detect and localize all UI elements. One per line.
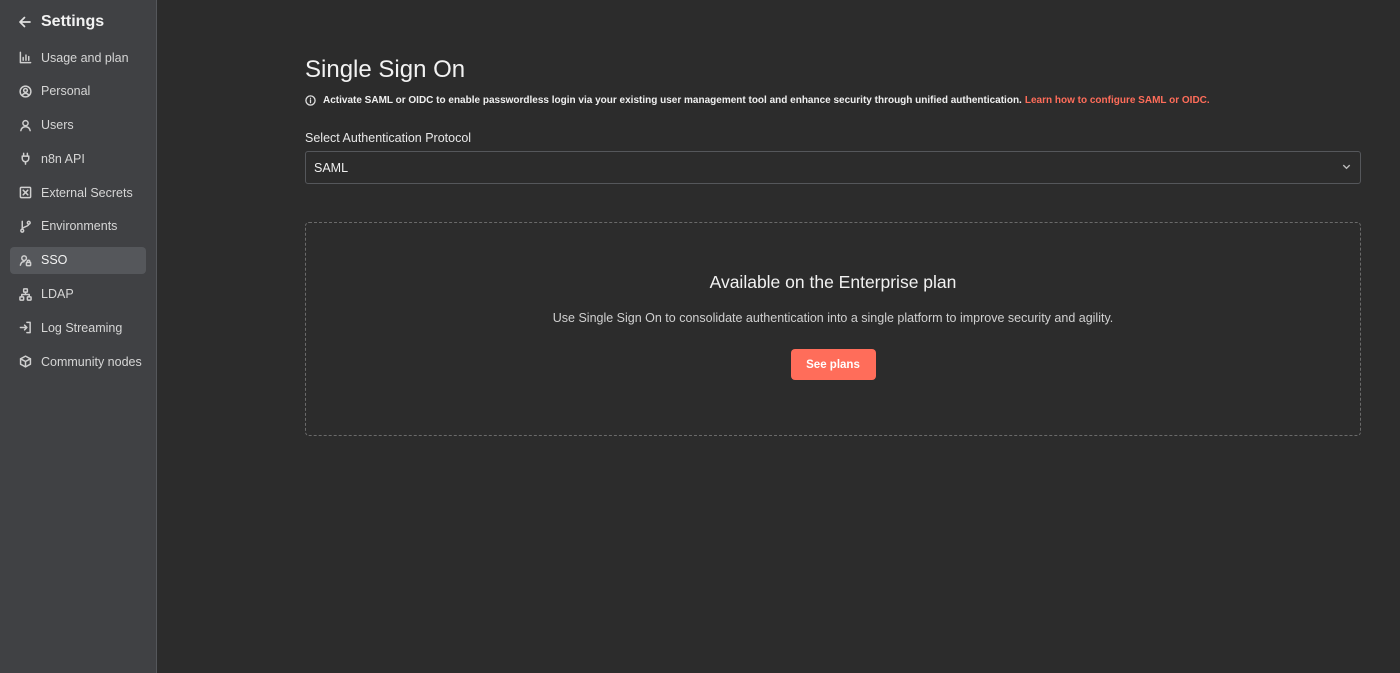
sidebar-item-label: n8n API — [41, 151, 85, 166]
sidebar: Settings Usage and plan Personal Users n… — [0, 0, 157, 673]
sidebar-item-personal[interactable]: Personal — [10, 78, 146, 105]
enterprise-upsell-box: Available on the Enterprise plan Use Sin… — [305, 222, 1361, 436]
sign-in-icon — [19, 321, 32, 334]
configure-docs-link[interactable]: Learn how to configure SAML or OIDC. — [1025, 95, 1210, 106]
user-circle-icon — [19, 85, 32, 98]
sidebar-item-label: Usage and plan — [41, 50, 129, 65]
chevron-down-icon — [1341, 161, 1352, 175]
plug-icon — [19, 152, 32, 166]
sidebar-item-environments[interactable]: Environments — [10, 213, 146, 240]
sidebar-item-label: Log Streaming — [41, 320, 123, 335]
vault-icon — [19, 186, 32, 199]
page-title: Single Sign On — [305, 56, 466, 83]
see-plans-button[interactable]: See plans — [790, 349, 876, 380]
sidebar-item-label: External Secrets — [41, 185, 133, 200]
upsell-title: Available on the Enterprise plan — [709, 272, 957, 292]
protocol-select-value: SAML — [314, 160, 349, 175]
sidebar-item-label: Community nodes — [41, 354, 142, 369]
protocol-label: Select Authentication Protocol — [305, 131, 472, 145]
info-text: Activate SAML or OIDC to enable password… — [323, 95, 1022, 106]
sidebar-item-label: LDAP — [41, 287, 74, 302]
chart-icon — [19, 51, 32, 64]
sidebar-item-external-secrets[interactable]: External Secrets — [10, 179, 146, 206]
sidebar-item-n8n-api[interactable]: n8n API — [10, 145, 146, 172]
sidebar-title: Settings — [41, 13, 105, 30]
sidebar-item-label: Personal — [41, 84, 91, 99]
network-icon — [19, 287, 32, 301]
info-icon — [305, 95, 316, 106]
sidebar-item-ldap[interactable]: LDAP — [10, 281, 146, 308]
app: Settings Usage and plan Personal Users n… — [0, 0, 1400, 673]
main-content: Single Sign On Activate SAML or OIDC to … — [157, 0, 1400, 673]
cube-icon — [19, 355, 32, 368]
sidebar-item-log-streaming[interactable]: Log Streaming — [10, 314, 146, 341]
git-branch-icon — [19, 220, 32, 233]
settings-nav: Usage and plan Personal Users n8n API Ex… — [10, 44, 146, 375]
sidebar-item-users[interactable]: Users — [10, 112, 146, 139]
sidebar-item-usage-and-plan[interactable]: Usage and plan — [10, 44, 146, 71]
info-notice: Activate SAML or OIDC to enable password… — [305, 95, 1361, 106]
sidebar-item-label: SSO — [41, 253, 68, 268]
sidebar-item-community-nodes[interactable]: Community nodes — [10, 348, 146, 375]
user-lock-icon — [19, 254, 32, 267]
user-icon — [19, 119, 32, 132]
upsell-description: Use Single Sign On to consolidate authen… — [552, 311, 1114, 325]
sidebar-item-label: Environments — [41, 219, 118, 234]
sso-settings: Single Sign On Activate SAML or OIDC to … — [305, 53, 1361, 436]
sidebar-item-sso[interactable]: SSO — [10, 246, 146, 274]
protocol-select[interactable]: SAML — [305, 151, 1361, 184]
arrow-left-icon[interactable] — [18, 15, 32, 29]
sidebar-item-label: Users — [41, 118, 74, 133]
sidebar-header: Settings — [10, 0, 146, 44]
